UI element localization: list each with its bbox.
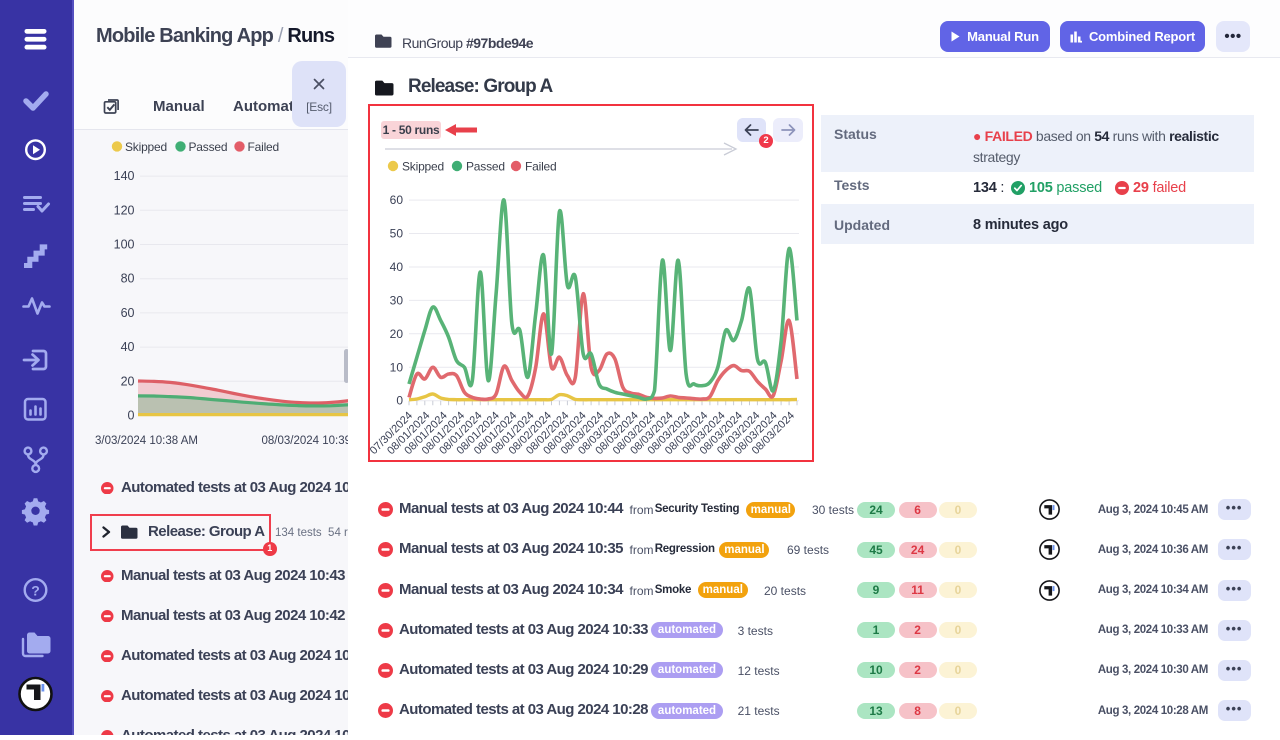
svg-text:50: 50 [390, 227, 404, 241]
svg-text:0: 0 [396, 394, 403, 408]
svg-text:3/03/2024 10:38 AM: 3/03/2024 10:38 AM [95, 435, 198, 447]
svg-text:140: 140 [114, 169, 135, 183]
svg-text:40: 40 [390, 260, 404, 274]
svg-text:20: 20 [121, 374, 135, 388]
svg-text:Passed: Passed [466, 160, 505, 174]
svg-text:10: 10 [390, 360, 404, 374]
svg-text:Failed: Failed [248, 140, 279, 154]
svg-text:60: 60 [390, 193, 404, 207]
svg-text:20: 20 [390, 327, 404, 341]
svg-text:60: 60 [121, 306, 135, 320]
svg-text:100: 100 [114, 238, 135, 252]
svg-text:120: 120 [114, 203, 135, 217]
svg-text:Passed: Passed [189, 140, 228, 154]
svg-text:0: 0 [128, 409, 135, 423]
svg-text:Skipped: Skipped [125, 140, 167, 154]
svg-text:08/03/2024 10:39:59: 08/03/2024 10:39:59 [262, 435, 349, 447]
svg-text:80: 80 [121, 272, 135, 286]
svg-text:Failed: Failed [525, 160, 556, 174]
svg-text:Skipped: Skipped [402, 160, 444, 174]
svg-text:?: ? [31, 583, 40, 599]
svg-text:40: 40 [121, 340, 135, 354]
svg-text:30: 30 [390, 293, 404, 307]
